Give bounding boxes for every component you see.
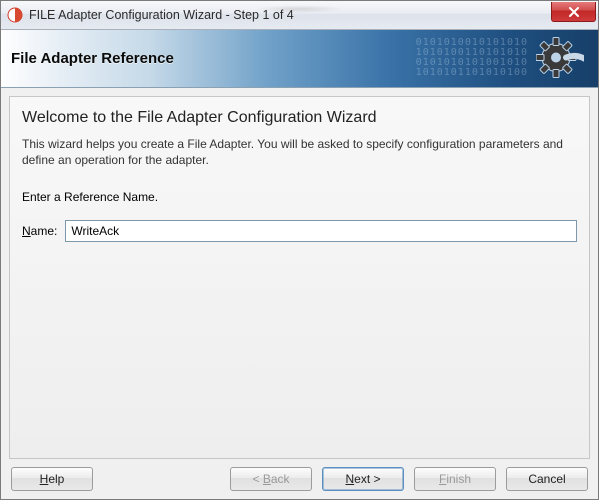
banner: File Adapter Reference 0101010010101010 … <box>1 30 598 88</box>
field-prompt: Enter a Reference Name. <box>22 190 577 204</box>
binary-decoration: 0101010010101010 1010100110101010 010101… <box>416 38 528 78</box>
gear-icon <box>536 33 584 84</box>
name-field-row: Name: <box>22 220 577 242</box>
title-decoration <box>255 5 345 13</box>
name-label: Name: <box>22 224 57 238</box>
app-icon <box>7 7 23 23</box>
close-icon <box>568 7 580 17</box>
help-button[interactable]: Help <box>11 467 93 491</box>
wizard-window: FILE Adapter Configuration Wizard - Step… <box>0 0 599 500</box>
finish-button[interactable]: Finish <box>414 467 496 491</box>
close-button[interactable] <box>551 2 596 22</box>
wizard-heading: Welcome to the File Adapter Configuratio… <box>22 109 577 127</box>
content-area: Welcome to the File Adapter Configuratio… <box>9 96 590 459</box>
next-button[interactable]: Next > <box>322 467 404 491</box>
titlebar: FILE Adapter Configuration Wizard - Step… <box>1 1 598 30</box>
banner-title: File Adapter Reference <box>11 50 174 67</box>
back-button[interactable]: < Back <box>230 467 312 491</box>
button-bar: Help < Back Next > Finish Cancel <box>1 459 598 499</box>
cancel-button[interactable]: Cancel <box>506 467 588 491</box>
wizard-description: This wizard helps you create a File Adap… <box>22 137 577 168</box>
name-input[interactable] <box>65 220 577 242</box>
